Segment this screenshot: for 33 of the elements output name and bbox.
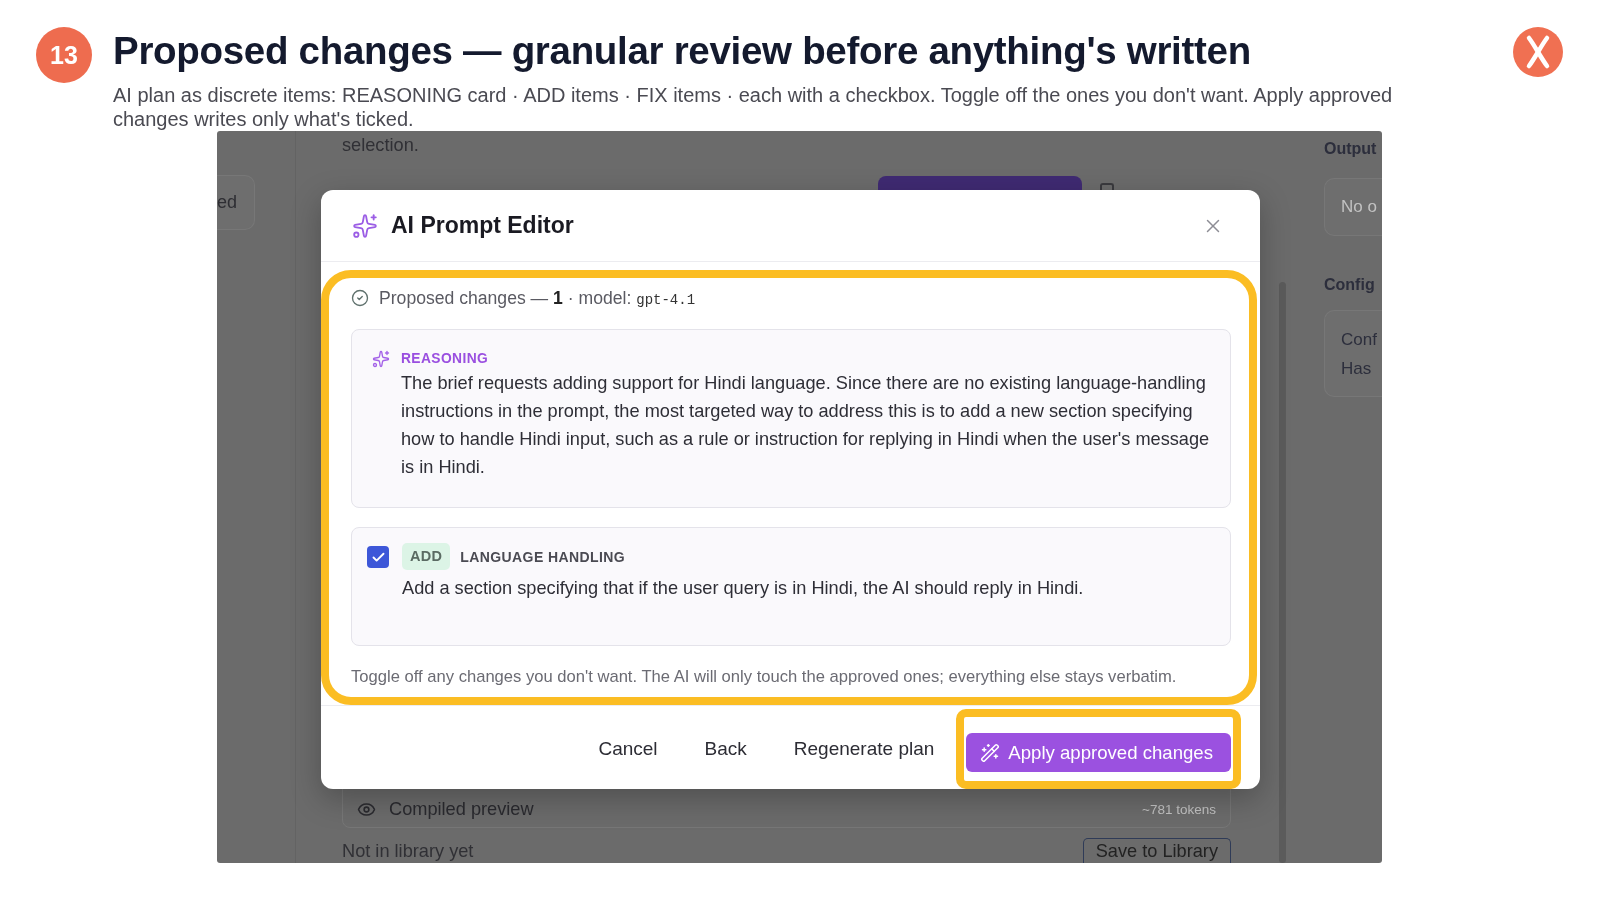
- body-text: selection.: [342, 134, 419, 156]
- reasoning-label: REASONING: [401, 350, 489, 368]
- slide-subtitle: AI plan as discrete items: REASONING card · ADD items · FIX items · each with a checkbox. Toggle off the ones you don't want. Apply approved changes writes only what's ticked.: [113, 83, 1394, 131]
- action-tag: ADD: [402, 543, 451, 570]
- change-description: Add a section specifying that if the user query is in Hindi, the AI should reply in Hindi.: [402, 577, 1084, 599]
- output-heading: Output: [1324, 140, 1377, 158]
- output-field: No o: [1324, 178, 1382, 236]
- dialog-title: AI Prompt Editor: [391, 212, 574, 239]
- token-count: ~781 tokens: [1142, 801, 1216, 817]
- library-status: Not in library yet: [342, 839, 474, 862]
- footer-button[interactable]: Cancel: [585, 732, 671, 766]
- wand-icon: [980, 742, 1001, 763]
- logo-icon: [1513, 27, 1563, 77]
- config-heading: Config: [1324, 276, 1375, 294]
- footer-button[interactable]: Back: [691, 732, 760, 766]
- footer-button[interactable]: Regenerate plan: [780, 732, 948, 766]
- footer-note: Toggle off any changes you don't want. The AI will only touch the approved ones; everything else stays verbatim.: [351, 668, 1178, 686]
- slide-title: Proposed changes — granular review before anything's written: [113, 29, 1251, 73]
- apply-button[interactable]: Apply approved changes: [966, 733, 1231, 772]
- scrollbar[interactable]: [1279, 282, 1286, 863]
- change-title: LANGUAGE HANDLING: [460, 548, 625, 565]
- sparkles-icon: [372, 350, 390, 368]
- save-button[interactable]: Save to Library: [1082, 838, 1231, 863]
- check-circle-icon: [351, 289, 369, 307]
- config-text: Conf: [1341, 329, 1377, 351]
- slide-number: 13: [36, 27, 92, 83]
- preview-label: Compiled preview: [389, 798, 534, 820]
- checkbox[interactable]: [367, 546, 389, 568]
- proposal-summary: Proposed changes — 1 · model: gpt-4.1: [379, 287, 696, 309]
- reasoning-text: The brief requests adding support for Hindi language. Since there are no existing language-handling instructions in the prompt, the most targeted way to address this is to add a new section specifying how to handle Hindi input, such as a rule or instruction for replying in Hindi when the user's message is in Hindi.: [401, 372, 1211, 479]
- config-text: Has: [1341, 358, 1372, 380]
- sparkles-icon: [352, 212, 378, 239]
- sidebar-card[interactable]: ed: [217, 175, 255, 230]
